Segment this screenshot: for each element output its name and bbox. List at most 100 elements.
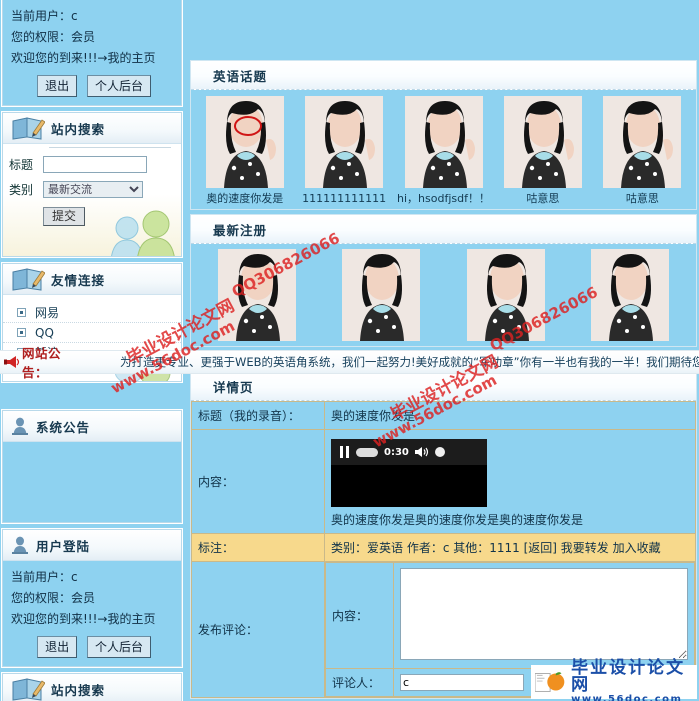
table-row: 内容： [325, 562, 695, 669]
pause-icon[interactable] [339, 446, 350, 458]
search-category-label: 类别 [9, 183, 34, 197]
current-user-line: 当前用户：c [11, 9, 78, 23]
system-announcement-body [3, 442, 181, 522]
comment-author-label: 评论人： [325, 668, 394, 697]
logout-button[interactable]: 退出 [37, 75, 78, 97]
topic-caption: 咕意思 [625, 192, 659, 205]
list-item[interactable]: 咕意思 [593, 96, 692, 205]
list-item[interactable]: 奥的速度你发是 [195, 96, 294, 205]
topic-caption: hi，hsodfjsdf！！ [397, 192, 490, 205]
logo-url: www.56doc.com [571, 693, 683, 701]
table-row: 标题（我的录音）： 奥的速度你发是 [191, 401, 696, 430]
detail-section-header: 详情页 [191, 372, 696, 401]
topic-thumbnail[interactable] [603, 96, 682, 188]
topics-thumb-row: 奥的速度你发是 111111111111 hi，hsodfjsdf！！ 咕意思 … [195, 96, 692, 205]
friend-links-title: 友情连接 [51, 272, 106, 288]
user-login-header: 用户登陆 [3, 530, 181, 561]
register-thumbnail[interactable] [590, 249, 669, 341]
permission-line: 您的权限：会员 [11, 30, 96, 44]
friend-links-header: 友情连接 [3, 264, 181, 295]
list-item[interactable]: hi，hsodfjsdf！！ [394, 96, 493, 205]
top-spacer [188, 0, 699, 60]
detail-content-cell: 0:30 奥的速度你发是奥的速度你发是奥的速度你发是 [324, 429, 696, 534]
topic-thumbnail[interactable] [305, 96, 384, 188]
list-item[interactable]: 咕意思 [493, 96, 592, 205]
comment-author-input[interactable] [400, 674, 524, 691]
detail-note-label: 标注： [191, 533, 325, 562]
detail-table: 标题（我的录音）： 奥的速度你发是 内容： 0:30 奥的速度你发是奥的速度你发… [191, 401, 696, 698]
system-announcement-panel: 系统公告 [2, 410, 182, 523]
logout-button[interactable]: 退出 [37, 636, 78, 658]
user-info-box: 当前用户：c 您的权限：会员 欢迎您的到来!!!→我的主页 退出 个人后台 [3, 561, 181, 666]
list-item-label: 网易 [35, 306, 60, 320]
search-category-row: 类别 最新交流 [9, 181, 181, 198]
detail-media-caption: 奥的速度你发是奥的速度你发是奥的速度你发是 [331, 513, 584, 527]
book-pen-icon [11, 266, 46, 292]
permission-line: 您的权限：会员 [11, 591, 96, 605]
list-item[interactable] [444, 249, 568, 345]
search-category-select[interactable]: 最新交流 [43, 181, 143, 198]
table-row: 内容： 0:30 奥的速度你发是奥的速度你发是奥的速度你发是 [191, 429, 696, 534]
system-announcement-title: 系统公告 [36, 419, 91, 435]
search-submit-button[interactable]: 提交 [43, 207, 86, 226]
comment-content-label: 内容： [325, 562, 394, 669]
audio-player[interactable]: 0:30 [331, 439, 487, 507]
list-item[interactable] [568, 249, 692, 345]
user-silhouette-icon [12, 417, 28, 435]
register-section-title: 最新注册 [213, 222, 268, 238]
audio-player-controls[interactable]: 0:30 [331, 439, 487, 465]
progress-slider[interactable] [356, 447, 378, 457]
current-user-line: 当前用户：c [11, 570, 78, 584]
search-title-row: 标题 [9, 156, 181, 173]
page-root: 当前用户：c 您的权限：会员 欢迎您的到来!!!→我的主页 退出 个人后台 站内… [0, 0, 699, 701]
record-dot-icon[interactable] [434, 447, 445, 457]
site-search-body: 标题 类别 最新交流 提交 [3, 144, 181, 256]
search-title-input[interactable] [43, 156, 147, 173]
site-logo-watermark: 毕业设计论文网 www.56doc.com [531, 659, 697, 701]
list-item[interactable] [195, 249, 319, 345]
personal-backend-button[interactable]: 个人后台 [86, 636, 151, 658]
register-thumbnail[interactable] [218, 249, 297, 341]
personal-backend-button[interactable]: 个人后台 [86, 75, 151, 97]
topic-thumbnail[interactable] [205, 96, 284, 188]
detail-note-value[interactable]: 类别：爱英语 作者：c 其他：1111 [返回] 我要转发 加入收藏 [324, 533, 696, 562]
book-pen-icon [11, 115, 46, 141]
register-section-body [191, 244, 696, 346]
list-item[interactable]: QQ [3, 323, 181, 343]
register-thumb-row [195, 249, 692, 341]
user-silhouette-icon [12, 536, 28, 554]
site-announcement-bar: 网站公告： 为打造更专业、更强于WEB的英语角系统，我们一起努力!美好成就的“军… [0, 346, 699, 380]
list-item[interactable]: 111111111111 [294, 96, 393, 205]
site-search-title-bottom: 站内搜索 [51, 682, 106, 698]
topic-thumbnail[interactable] [503, 96, 582, 188]
list-item[interactable]: 网易 [3, 303, 181, 323]
user-login-title: 用户登陆 [36, 538, 91, 554]
announcement-text: 为打造更专业、更强于WEB的英语角系统，我们一起努力!美好成就的“军功章”你有一… [120, 355, 699, 369]
comment-content-textarea[interactable] [400, 568, 688, 660]
logo-title: 毕业设计论文网 [571, 657, 686, 695]
site-search-title: 站内搜索 [51, 121, 106, 137]
user-login-panel-top: 当前用户：c 您的权限：会员 欢迎您的到来!!!→我的主页 退出 个人后台 [2, 0, 182, 106]
divider [49, 147, 171, 148]
list-item[interactable] [319, 249, 443, 345]
table-row: 标注： 类别：爱英语 作者：c 其他：1111 [返回] 我要转发 加入收藏 [191, 533, 696, 562]
topic-caption: 咕意思 [526, 192, 560, 205]
user-info-box: 当前用户：c 您的权限：会员 欢迎您的到来!!!→我的主页 退出 个人后台 [3, 0, 181, 105]
topic-caption: 111111111111 [302, 192, 387, 205]
volume-icon[interactable] [414, 446, 429, 458]
site-search-panel: 站内搜索 标题 类别 最新交流 提交 [2, 112, 182, 257]
detail-section: 详情页 标题（我的录音）： 奥的速度你发是 内容： 0:30 奥的速度你发是奥的… [190, 371, 697, 699]
detail-section-body: 标题（我的录音）： 奥的速度你发是 内容： 0:30 奥的速度你发是奥的速度你发… [191, 401, 696, 698]
detail-title-label: 标题（我的录音）： [191, 401, 325, 430]
topic-thumbnail[interactable] [404, 96, 483, 188]
welcome-line: 欢迎您的到来!!!→我的主页 [11, 612, 156, 626]
register-thumbnail[interactable] [342, 249, 421, 341]
system-announcement-header: 系统公告 [3, 411, 181, 442]
register-thumbnail[interactable] [466, 249, 545, 341]
site-search-panel-bottom: 站内搜索 标题 类别 最新交流 [2, 673, 182, 701]
site-search-header: 站内搜索 [3, 113, 181, 144]
comment-content-cell [393, 562, 695, 669]
comment-section-label: 发布评论： [191, 561, 325, 698]
user-login-panel: 用户登陆 当前用户：c 您的权限：会员 欢迎您的到来!!!→我的主页 退出 个人… [2, 529, 182, 667]
user-button-row: 退出 个人后台 [11, 75, 173, 97]
